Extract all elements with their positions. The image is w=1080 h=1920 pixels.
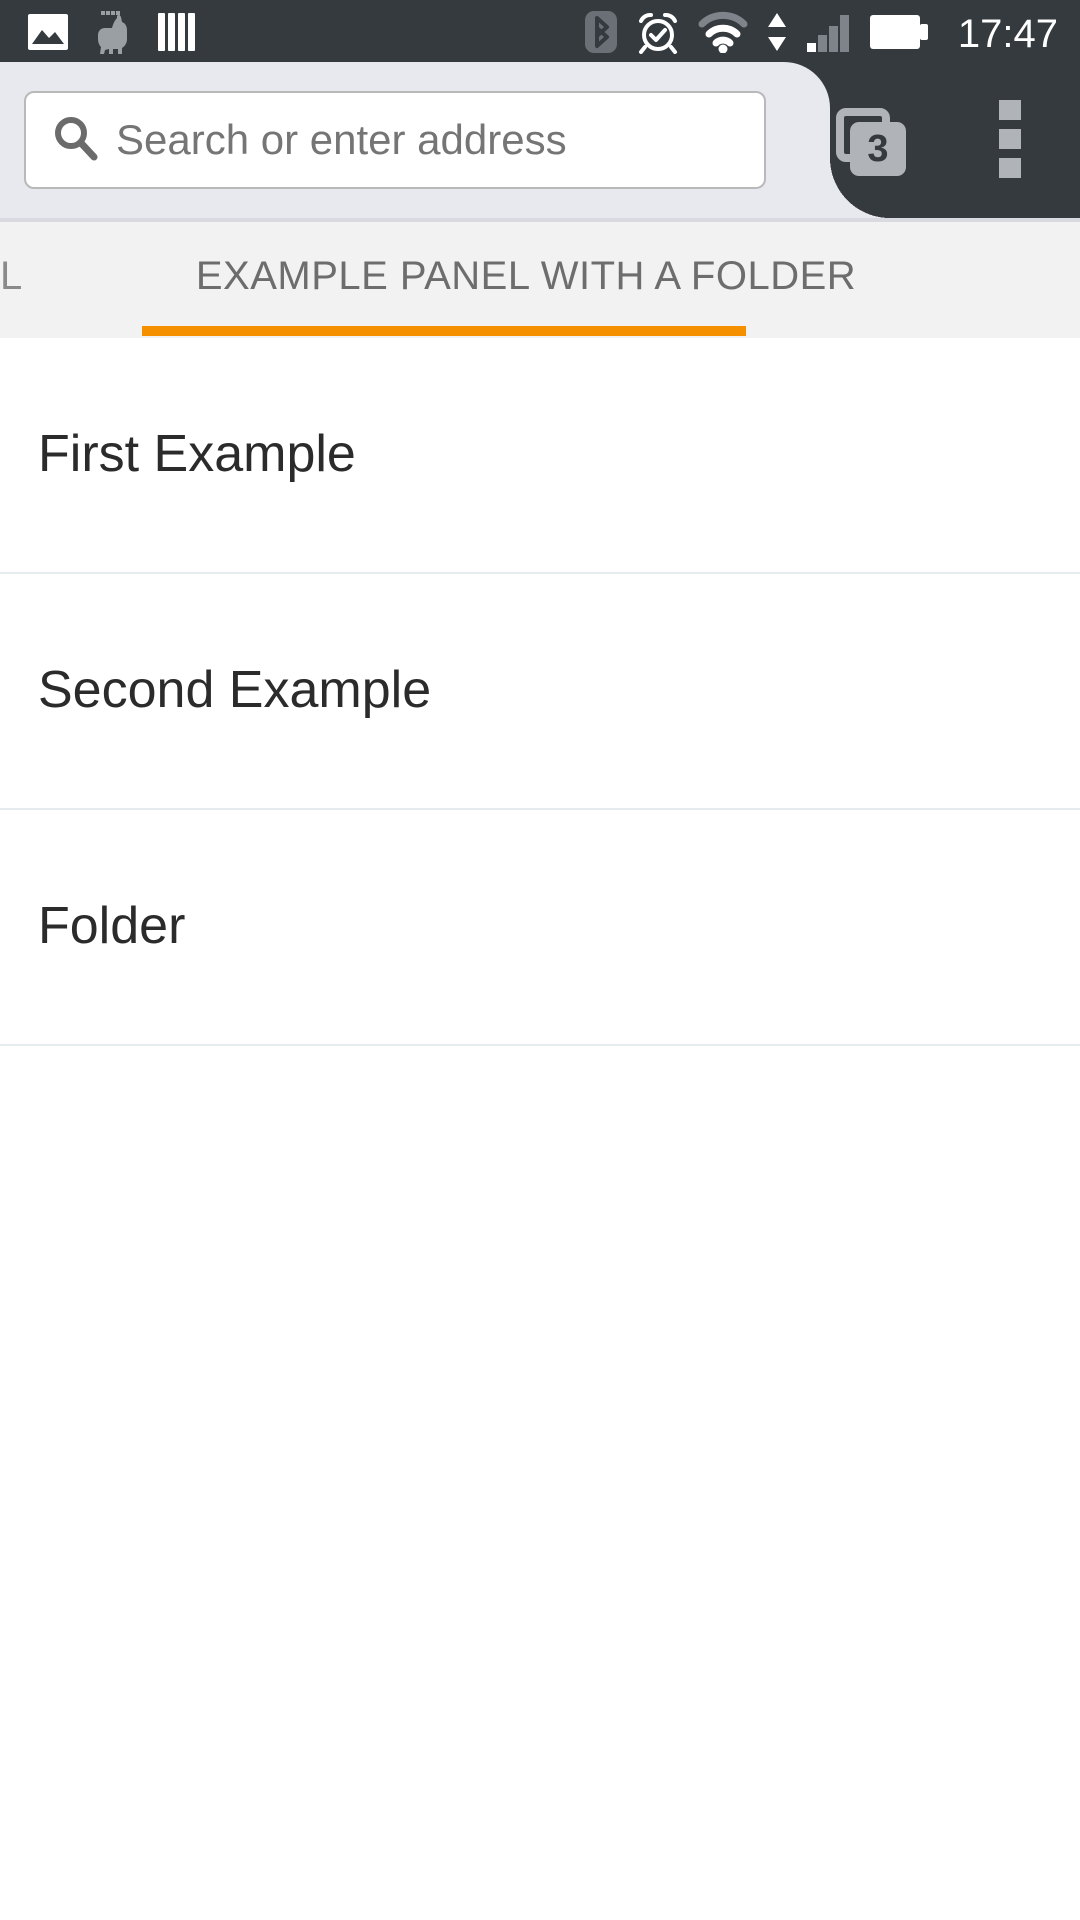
- menu-dot-icon: [999, 158, 1021, 178]
- search-icon: [50, 113, 100, 168]
- tab-counter-button[interactable]: 3: [836, 102, 908, 176]
- list-item-label: First Example: [38, 425, 356, 484]
- clock-time: 17:47: [957, 12, 1058, 56]
- menu-dot-icon: [999, 100, 1021, 120]
- tab-active-label: EXAMPLE PANEL WITH A FOLDER: [195, 253, 857, 298]
- tab-active-indicator: [142, 326, 746, 336]
- llama-icon: [92, 10, 134, 59]
- tab-example-panel-with-a-folder[interactable]: EXAMPLE PANEL WITH A FOLDER: [142, 218, 910, 334]
- overflow-menu-button[interactable]: [992, 100, 1028, 178]
- browser-toolbar: Search or enter address 3: [0, 62, 1080, 218]
- cell-signal-icon: [806, 11, 852, 58]
- status-bar: 17:47: [0, 0, 1080, 68]
- tab-count-label: 3: [850, 122, 906, 176]
- battery-icon: [869, 13, 930, 56]
- list-item[interactable]: Second Example: [0, 574, 1080, 810]
- address-bar[interactable]: Search or enter address: [24, 91, 766, 189]
- library-bars-icon: [156, 11, 198, 58]
- tab-previous-label: L: [0, 253, 24, 298]
- status-bar-left-icons: [0, 10, 198, 59]
- list-item[interactable]: First Example: [0, 338, 1080, 574]
- list-item-label: Folder: [38, 897, 186, 956]
- photo-icon: [26, 13, 70, 56]
- panel-tab-strip: L EXAMPLE PANEL WITH A FOLDER: [0, 218, 1080, 338]
- status-bar-right-icons: 17:47: [584, 10, 1080, 59]
- data-transfer-arrows-icon: [766, 11, 788, 58]
- phone-screen: 17:47 Search or enter address 3 L EXAMPL…: [0, 0, 1080, 1920]
- bluetooth-icon: [584, 10, 618, 59]
- tab-previous-partial[interactable]: L: [0, 218, 23, 334]
- alarm-clock-icon: [636, 10, 680, 59]
- list-item-label: Second Example: [38, 661, 432, 720]
- wifi-icon: [698, 11, 748, 58]
- address-bar-placeholder: Search or enter address: [116, 119, 567, 161]
- menu-dot-icon: [999, 129, 1021, 149]
- list-item[interactable]: Folder: [0, 810, 1080, 1046]
- panel-content-list: First Example Second Example Folder: [0, 338, 1080, 1920]
